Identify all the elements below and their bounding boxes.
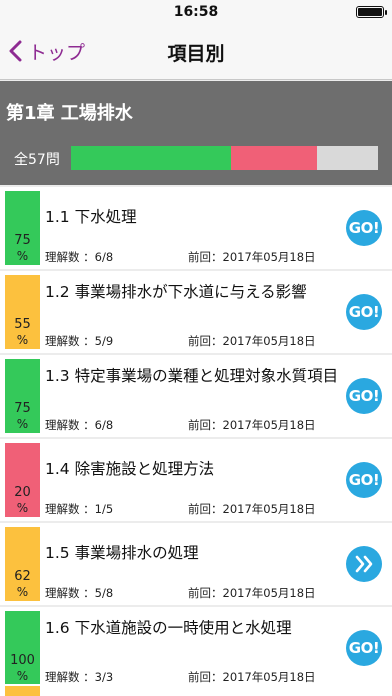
list-item[interactable]: 75 % 1.1 下水処理 理解数 ：6/8 前回：2017年05月18日 GO…	[0, 187, 392, 269]
understanding-label: 理解数 ：	[45, 502, 95, 516]
understanding-value: 6/8	[94, 418, 114, 432]
understanding-label: 理解数 ：	[45, 586, 95, 600]
status-time: 16:58	[173, 4, 219, 20]
go-button[interactable]: GO!	[346, 210, 382, 246]
percent-unit: %	[16, 333, 29, 347]
understanding-label: 理解数 ：	[45, 250, 95, 264]
understanding-label: 理解数 ：	[45, 334, 95, 348]
battery-cap	[385, 10, 387, 15]
go-button[interactable]: GO!	[346, 462, 382, 498]
percent-unit: %	[16, 585, 29, 599]
percent-box: 55 %	[5, 275, 40, 349]
previous-value: 2017年05月18日	[222, 418, 316, 432]
previous-value: 2017年05月18日	[222, 250, 316, 264]
percent-value: 20	[14, 485, 31, 500]
previous-date: 前回：2017年05月18日	[188, 333, 316, 349]
percent-value: 75	[14, 401, 31, 416]
item-title: 1.6 下水道施設の一時使用と水処理	[45, 619, 292, 637]
percent-box: 100 %	[5, 611, 40, 685]
percent-unit: %	[16, 669, 29, 683]
understanding-count: 理解数 ：6/8	[45, 417, 113, 433]
understanding-value: 5/8	[94, 586, 114, 600]
item-title: 1.1 下水処理	[45, 208, 137, 226]
percent-unit: %	[16, 501, 29, 515]
understanding-count: 理解数 ：6/8	[45, 249, 113, 265]
progress-wrong-segment	[230, 146, 317, 170]
understanding-count: 理解数 ：5/8	[45, 585, 113, 601]
understanding-count: 理解数 ：5/9	[45, 333, 113, 349]
understanding-value: 3/3	[94, 670, 114, 684]
percent-box: 75 %	[5, 359, 40, 433]
previous-label: 前回：	[188, 250, 223, 264]
understanding-value: 6/8	[94, 250, 114, 264]
item-title: 1.4 除害施設と処理方法	[45, 460, 215, 478]
percent-value: 62	[14, 569, 31, 584]
chapter-progress-bar	[71, 146, 378, 170]
previous-value: 2017年05月18日	[222, 670, 316, 684]
percent-value: 55	[14, 317, 31, 332]
previous-value: 2017年05月18日	[222, 502, 316, 516]
list-item[interactable]: 100 % 1.6 下水道施設の一時使用と水処理 理解数 ：3/3 前回：201…	[0, 607, 392, 689]
item-title: 1.3 特定事業場の業種と処理対象水質項目	[45, 367, 339, 385]
progress-correct-segment	[71, 146, 231, 170]
percent-unit: %	[16, 417, 29, 431]
status-bar: 16:58	[0, 0, 392, 24]
percent-unit: %	[16, 249, 29, 263]
previous-date: 前回：2017年05月18日	[188, 249, 316, 265]
understanding-label: 理解数 ：	[45, 670, 95, 684]
double-chevron-right-icon	[355, 555, 373, 573]
previous-label: 前回：	[188, 334, 223, 348]
percent-box	[5, 686, 40, 696]
total-questions-label: 全57問	[14, 152, 60, 168]
previous-label: 前回：	[188, 670, 223, 684]
previous-label: 前回：	[188, 586, 223, 600]
previous-label: 前回：	[188, 418, 223, 432]
next-button[interactable]	[346, 546, 382, 582]
chapter-title: 第1章 工場排水	[6, 103, 133, 124]
list-item[interactable]: 20 % 1.4 除害施設と処理方法 理解数 ：1/5 前回：2017年05月1…	[0, 439, 392, 521]
previous-date: 前回：2017年05月18日	[188, 417, 316, 433]
page-title: 項目別	[167, 43, 225, 65]
item-list: 75 % 1.1 下水処理 理解数 ：6/8 前回：2017年05月18日 GO…	[0, 187, 392, 691]
previous-date: 前回：2017年05月18日	[188, 585, 316, 601]
list-item[interactable]: 75 % 1.3 特定事業場の業種と処理対象水質項目 理解数 ：6/8 前回：2…	[0, 355, 392, 437]
percent-value: 100	[10, 653, 35, 668]
percent-box: 20 %	[5, 443, 40, 517]
previous-value: 2017年05月18日	[222, 586, 316, 600]
understanding-label: 理解数 ：	[45, 418, 95, 432]
percent-value: 75	[14, 233, 31, 248]
understanding-value: 1/5	[94, 502, 114, 516]
chapter-header: 第1章 工場排水 全57問	[0, 81, 392, 185]
understanding-count: 理解数 ：3/3	[45, 669, 113, 685]
understanding-value: 5/9	[94, 334, 114, 348]
previous-value: 2017年05月18日	[222, 334, 316, 348]
battery-icon	[356, 6, 384, 18]
percent-box: 62 %	[5, 527, 40, 601]
understanding-count: 理解数 ：1/5	[45, 501, 113, 517]
previous-date: 前回：2017年05月18日	[188, 501, 316, 517]
previous-label: 前回：	[188, 502, 223, 516]
percent-box: 75 %	[5, 191, 40, 265]
go-button[interactable]: GO!	[346, 378, 382, 414]
list-item[interactable]: 55 % 1.2 事業場排水が下水道に与える影響 理解数 ：5/9 前回：201…	[0, 271, 392, 353]
go-button[interactable]: GO!	[346, 630, 382, 666]
navigation-bar: トップ 項目別	[0, 24, 392, 80]
go-button[interactable]: GO!	[346, 294, 382, 330]
list-item-partial	[0, 684, 392, 696]
previous-date: 前回：2017年05月18日	[188, 669, 316, 685]
list-item[interactable]: 62 % 1.5 事業場排水の処理 理解数 ：5/8 前回：2017年05月18…	[0, 523, 392, 605]
item-title: 1.5 事業場排水の処理	[45, 544, 199, 562]
item-title: 1.2 事業場排水が下水道に与える影響	[45, 283, 307, 301]
